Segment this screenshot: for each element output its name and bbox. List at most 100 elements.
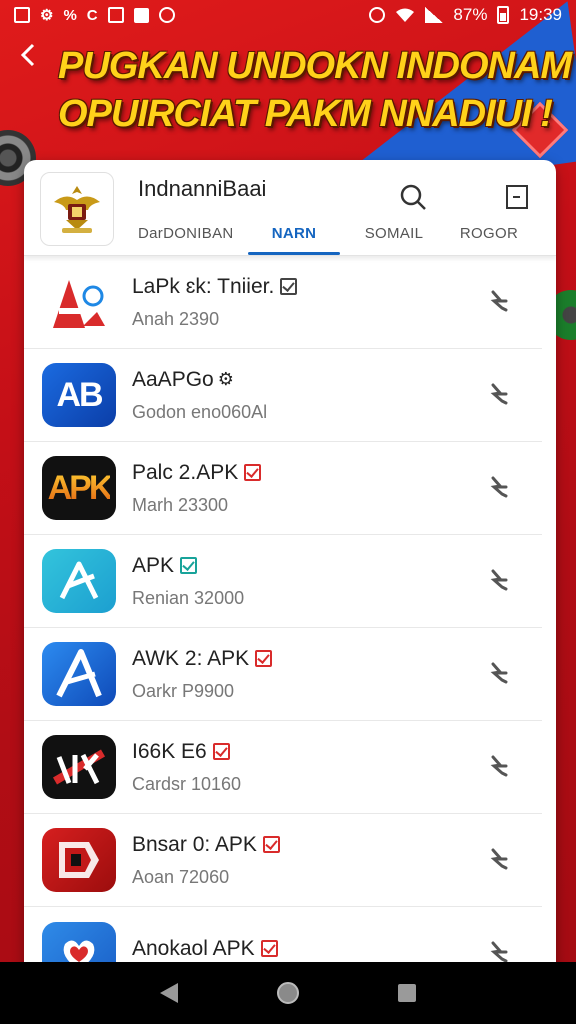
status-bar: ⚙ % C 87% 19:39	[0, 0, 576, 30]
app-text: I66K E6 Cardsr 10160	[132, 740, 542, 795]
app-name: Anokaol APK	[132, 936, 255, 960]
promo-banner: PUGKAN UNDOKN INDONAM OPUIRCIAT PAKM NNA…	[58, 42, 572, 138]
app-name: LaPk ɛk: Tniier.	[132, 274, 275, 298]
tab-narn[interactable]: NARN	[244, 211, 344, 255]
share-arrow-icon[interactable]	[488, 381, 512, 407]
list-item[interactable]: Bnsar 0: APK Aoan 72060	[24, 814, 542, 907]
app-list-card: IndnanniBaai DarDONIBAN NARN SOMAIL ROGO…	[24, 160, 556, 980]
app-text: Palc 2.APK Marh 23300	[132, 461, 542, 516]
share-arrow-icon[interactable]	[488, 753, 512, 779]
tab-dardoniban[interactable]: DarDONIBAN	[124, 211, 244, 255]
clock-icon	[158, 7, 175, 23]
verified-badge-icon	[180, 557, 198, 574]
nav-home-button[interactable]	[273, 978, 303, 1008]
app-logo-icon	[42, 642, 116, 706]
back-button[interactable]	[18, 40, 52, 80]
gear-icon: ⚙	[217, 369, 234, 389]
sync-icon	[369, 7, 386, 23]
notification-icon	[107, 7, 124, 23]
header-main: IndnanniBaai DarDONIBAN NARN SOMAIL ROGO…	[124, 160, 556, 255]
app-text: AWK 2: APK Oarkr P9900	[132, 647, 542, 702]
app-title: Palc 2.APK	[132, 461, 542, 485]
battery-percent: 87%	[453, 5, 488, 24]
app-title: LaPk ɛk: Tniier.	[132, 275, 542, 299]
system-nav-bar	[0, 962, 576, 1024]
nav-recents-button[interactable]	[392, 978, 422, 1008]
share-arrow-icon[interactable]	[488, 288, 512, 314]
app-logo-text: AB	[56, 375, 103, 414]
verified-badge-icon	[212, 743, 230, 760]
tab-rogor[interactable]: ROGOR	[444, 211, 534, 255]
battery-icon	[497, 6, 510, 24]
settings-icon: ⚙	[40, 7, 54, 24]
refresh-icon[interactable]	[502, 182, 532, 212]
app-title: APK	[132, 554, 542, 578]
signal-icon	[425, 7, 444, 23]
clock-time: 19:39	[519, 5, 562, 24]
app-title: AaAPGo ⚙	[132, 368, 542, 392]
app-subtitle: Anah 2390	[132, 308, 220, 329]
app-subtitle: Marh 23300	[132, 494, 229, 515]
verified-badge-icon	[280, 278, 298, 295]
share-arrow-icon[interactable]	[488, 567, 512, 593]
list-item[interactable]: LaPk ɛk: Tniier. Anah 2390	[24, 256, 542, 349]
triangle-back-icon	[160, 983, 179, 1003]
app-logo-icon	[42, 270, 116, 334]
wifi-call-icon: %	[63, 6, 77, 24]
image-icon	[14, 7, 30, 23]
list-item[interactable]: I66K E6 Cardsr 10160	[24, 721, 542, 814]
status-right-icons: 87% 19:39	[369, 5, 562, 25]
garuda-emblem-icon	[54, 186, 100, 233]
app-logo-text: APK	[47, 468, 114, 507]
app-logo-icon: AB	[42, 363, 116, 427]
tab-somail[interactable]: SOMAIL	[344, 211, 444, 255]
app-title: IndnanniBaai	[138, 176, 267, 201]
garuda-logo	[40, 172, 114, 246]
app-name: APK	[132, 553, 175, 577]
app-subtitle: Oarkr P9900	[132, 680, 235, 701]
app-logo-icon	[42, 549, 116, 613]
app-name: Palc 2.APK	[132, 460, 239, 484]
list-item[interactable]: AWK 2: APK Oarkr P9900	[24, 628, 542, 721]
tab-bar: DarDONIBAN NARN SOMAIL ROGOR	[124, 211, 556, 255]
wifi-icon	[395, 7, 415, 23]
app-name: I66K E6	[132, 739, 207, 763]
app-subtitle: Aoan 72060	[132, 866, 230, 887]
square-recents-icon	[397, 984, 416, 1002]
app-subtitle: Godon eno060Al	[132, 401, 268, 422]
list-item[interactable]: APK Renian 32000	[24, 535, 542, 628]
chevron-left-icon	[20, 43, 35, 67]
list-item[interactable]: APK Palc 2.APK Marh 23300	[24, 442, 542, 535]
app-text: Bnsar 0: APK Aoan 72060	[132, 833, 542, 888]
app-logo-icon	[42, 735, 116, 799]
verified-badge-icon	[244, 464, 262, 481]
square-icon	[133, 7, 149, 23]
home-circle-icon	[276, 982, 299, 1004]
app-subtitle: Renian 32000	[132, 587, 245, 608]
c-icon: C	[86, 6, 98, 24]
nav-back-button[interactable]	[154, 978, 184, 1008]
app-text: APK Renian 32000	[132, 554, 542, 609]
app-title: AWK 2: APK	[132, 647, 542, 671]
share-arrow-icon[interactable]	[488, 474, 512, 500]
app-name: Bnsar 0: APK	[132, 832, 257, 856]
banner-line-1: PUGKAN UNDOKN INDONAM	[58, 45, 572, 87]
app-name: AaAPGo	[132, 367, 214, 391]
list-item[interactable]: AB AaAPGo ⚙ Godon eno060Al	[24, 349, 542, 442]
app-subtitle: Cardsr 10160	[132, 773, 242, 794]
status-left-icons: ⚙ % C	[14, 6, 175, 24]
search-icon[interactable]	[398, 182, 428, 212]
verified-badge-icon	[262, 836, 280, 853]
app-logo-icon: APK	[42, 456, 116, 520]
share-arrow-icon[interactable]	[488, 660, 512, 686]
verified-badge-icon	[255, 650, 273, 667]
app-title: Anokaol APK	[132, 937, 542, 961]
app-text: LaPk ɛk: Tniier. Anah 2390	[132, 275, 542, 330]
app-list: LaPk ɛk: Tniier. Anah 2390 AB AaAPGo ⚙ G…	[24, 256, 556, 980]
app-text: AaAPGo ⚙ Godon eno060Al	[132, 368, 542, 423]
share-arrow-icon[interactable]	[488, 846, 512, 872]
card-header: IndnanniBaai DarDONIBAN NARN SOMAIL ROGO…	[24, 160, 556, 256]
verified-badge-icon	[260, 940, 278, 957]
banner-line-2: OPUIRCIAT PAKM NNADIUI !	[58, 93, 553, 135]
app-title: I66K E6	[132, 740, 542, 764]
